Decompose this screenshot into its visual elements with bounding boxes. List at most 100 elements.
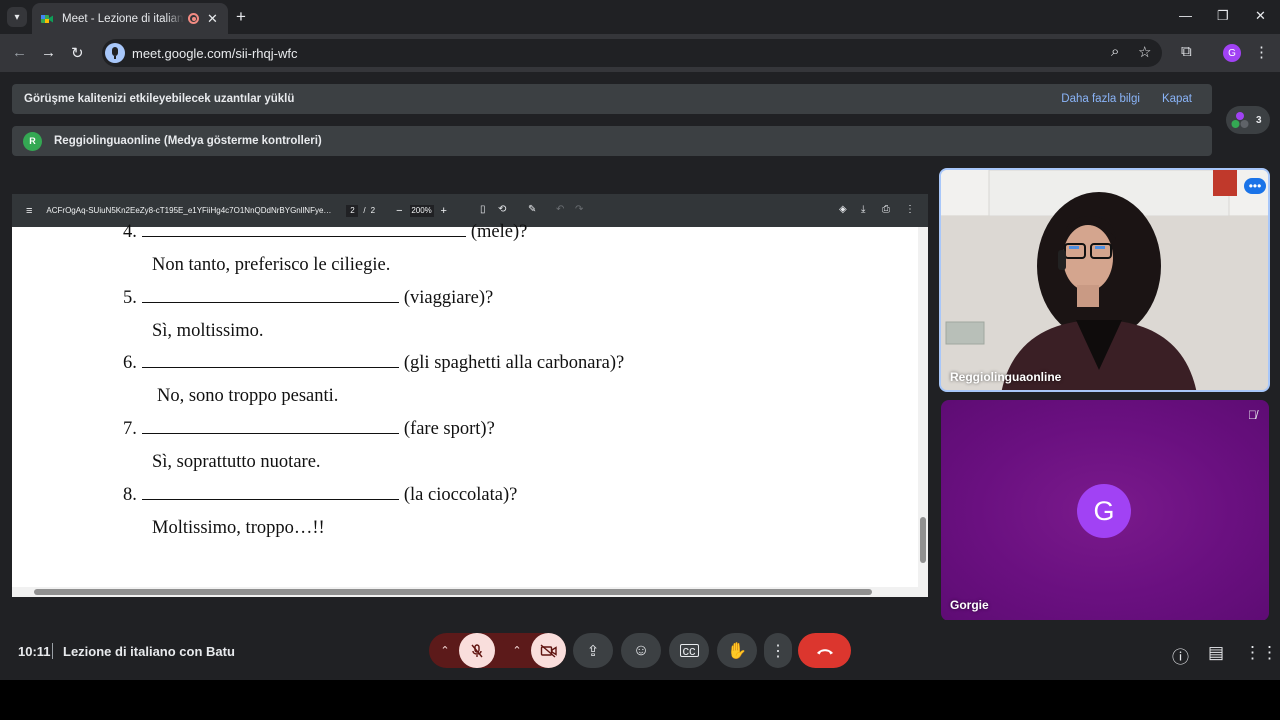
answer-blank bbox=[141, 420, 399, 434]
hand-icon: ✋ bbox=[727, 642, 747, 660]
more-options-icon[interactable]: ⋮ bbox=[905, 204, 915, 215]
media-controls-text: Reggiolinguaonline (Medya gösterme kontr… bbox=[54, 135, 322, 147]
exercise-answer: No, sono troppo pesanti. bbox=[157, 386, 339, 406]
bookmark-star-icon[interactable]: ☆ bbox=[1138, 43, 1151, 61]
exercise-question: 7. (fare sport)? bbox=[123, 419, 495, 439]
answer-blank bbox=[141, 289, 399, 303]
captions-icon: cc bbox=[679, 644, 699, 657]
microphone-toggle-button[interactable] bbox=[459, 633, 495, 668]
participant-name: Reggiolinguaonline bbox=[950, 370, 1062, 384]
fit-page-icon[interactable]: ▯ bbox=[480, 204, 486, 215]
answer-blank bbox=[141, 223, 466, 237]
leave-call-button[interactable] bbox=[798, 633, 851, 668]
zoom-out-icon[interactable]: − bbox=[396, 205, 402, 217]
camera-off-icon bbox=[540, 643, 557, 658]
exercise-answer: Sì, soprattutto nuotare. bbox=[152, 452, 321, 472]
minimize-icon[interactable]: — bbox=[1179, 8, 1192, 23]
pdf-menu-icon[interactable]: ≡ bbox=[26, 205, 32, 217]
extensions-warning-banner: Görüşme kalitenizi etkileyebilecek uzant… bbox=[12, 84, 1212, 114]
menu-dots-icon[interactable]: ⋮ bbox=[1254, 43, 1269, 61]
answer-blank bbox=[141, 354, 399, 368]
present-screen-button[interactable]: ⇪ bbox=[573, 633, 613, 668]
extensions-icon[interactable]: ⧉ bbox=[1181, 43, 1192, 60]
browser-toolbar: ← → ↻ meet.google.com/sii-rhqj-wfc ⌕ ☆ ⧉… bbox=[0, 34, 1280, 72]
meeting-title: Lezione di italiano con Batu bbox=[63, 644, 235, 659]
redo-icon[interactable]: ↷ bbox=[575, 204, 583, 215]
download-icon[interactable]: ⤓ bbox=[861, 204, 865, 215]
page-total: 2 bbox=[370, 206, 376, 215]
pdf-viewer: ≡ ACFrOgAq-SUiuN5Kn2EeZy8-cT195E_e1YFiiH… bbox=[12, 194, 928, 597]
more-options-button[interactable]: ⋮ bbox=[764, 633, 792, 668]
vertical-scrollbar[interactable] bbox=[918, 227, 928, 589]
info-icon[interactable]: ⓘ bbox=[1172, 643, 1189, 668]
undo-icon[interactable]: ↶ bbox=[556, 204, 564, 215]
pdf-page: 4. (mele)? Non tanto, preferisco le cilie… bbox=[12, 222, 914, 584]
close-window-icon[interactable]: ✕ bbox=[1255, 8, 1266, 24]
back-icon[interactable]: ← bbox=[12, 44, 27, 61]
present-icon: ⇪ bbox=[586, 642, 600, 660]
print-icon[interactable]: ⎙ bbox=[882, 204, 890, 215]
meeting-clock: 10:11 bbox=[18, 644, 51, 659]
participant-tile-teacher[interactable]: ••• Reggiolinguaonline bbox=[939, 168, 1270, 392]
page-number-input[interactable]: 2 bbox=[346, 204, 359, 217]
participant-avatars-icon bbox=[1231, 112, 1249, 128]
taskbar-area bbox=[0, 680, 1280, 720]
close-banner-button[interactable]: Kapat bbox=[1162, 93, 1192, 105]
camera-feed bbox=[941, 170, 1268, 390]
participant-name: Gorgie bbox=[950, 598, 989, 612]
more-vert-icon: ⋮ bbox=[770, 642, 786, 660]
annotate-icon[interactable]: ✎ bbox=[528, 204, 536, 215]
scroll-thumb[interactable] bbox=[920, 517, 926, 563]
end-call-icon bbox=[816, 648, 833, 654]
rotate-icon[interactable]: ⟲ bbox=[498, 204, 506, 215]
exercise-answer: Non tanto, preferisco le ciliegie. bbox=[152, 255, 391, 275]
address-bar[interactable]: meet.google.com/sii-rhqj-wfc bbox=[102, 39, 1162, 67]
zoom-in-icon[interactable]: + bbox=[441, 205, 447, 217]
answer-blank bbox=[141, 486, 399, 500]
restore-icon[interactable]: ❐ bbox=[1217, 8, 1229, 24]
mic-off-icon: 🎙̸ bbox=[1248, 408, 1257, 422]
zoom-level-input[interactable]: 200% bbox=[409, 204, 434, 217]
google-meet-icon bbox=[41, 14, 53, 23]
mic-off-icon bbox=[471, 643, 483, 657]
tab-search-button[interactable]: ▾ bbox=[7, 7, 27, 27]
new-tab-icon[interactable]: + bbox=[236, 7, 246, 27]
divider bbox=[52, 643, 53, 659]
recording-icon bbox=[188, 13, 199, 24]
pdf-filename: ACFrOgAq-SUiuN5Kn2EeZy8-cT195E_e1YFiiHg4… bbox=[46, 206, 333, 215]
participants-badge[interactable]: 3 bbox=[1226, 106, 1270, 134]
raise-hand-button[interactable]: ✋ bbox=[717, 633, 757, 668]
zoom-icon[interactable]: ⌕ bbox=[1111, 43, 1119, 60]
exercise-answer: Moltissimo, troppo…!! bbox=[152, 518, 325, 538]
chat-icon[interactable]: ▤ bbox=[1208, 643, 1224, 663]
more-options-icon[interactable]: ••• bbox=[1244, 178, 1266, 194]
microphone-in-use-icon[interactable] bbox=[105, 43, 125, 63]
exercise-question: 8. (la cioccolata)? bbox=[123, 485, 518, 505]
exercise-answer: Sì, moltissimo. bbox=[152, 321, 264, 341]
more-info-link[interactable]: Daha fazla bilgi bbox=[1061, 93, 1140, 105]
exercise-question: 4. (mele)? bbox=[123, 222, 528, 242]
audio-options-chevron-icon[interactable]: ⌃ bbox=[433, 633, 457, 668]
exercise-question: 5. (viaggiare)? bbox=[123, 288, 494, 308]
camera-toggle-button[interactable] bbox=[531, 633, 566, 668]
participant-tile-student[interactable]: 🎙̸ G Gorgie bbox=[941, 400, 1269, 621]
ink-icon[interactable]: ◈ bbox=[839, 204, 847, 215]
avatar: G bbox=[1077, 484, 1131, 538]
emoji-icon: ☺ bbox=[632, 641, 650, 659]
profile-avatar[interactable]: G bbox=[1223, 44, 1241, 62]
banner-text: Görüşme kalitenizi etkileyebilecek uzant… bbox=[24, 93, 295, 105]
captions-button[interactable]: cc bbox=[669, 633, 709, 668]
reload-icon[interactable]: ↻ bbox=[71, 44, 84, 62]
close-tab-icon[interactable]: ✕ bbox=[207, 11, 218, 27]
media-controls-banner[interactable]: R Reggiolinguaonline (Medya gösterme kon… bbox=[12, 126, 1212, 156]
scroll-thumb[interactable] bbox=[34, 589, 872, 595]
activities-icon[interactable]: ⋮⋮ bbox=[1244, 643, 1278, 663]
reactions-button[interactable]: ☺ bbox=[621, 633, 661, 668]
tab-title: Meet - Lezione di italiano con Batu bbox=[62, 12, 184, 25]
video-options-chevron-icon[interactable]: ⌃ bbox=[505, 633, 529, 668]
forward-icon[interactable]: → bbox=[41, 44, 56, 61]
exercise-question: 6. (gli spaghetti alla carbonara)? bbox=[123, 353, 625, 373]
page-separator: / bbox=[363, 206, 366, 215]
horizontal-scrollbar[interactable] bbox=[12, 587, 928, 597]
browser-tab[interactable]: Meet - Lezione di italiano con Batu ✕ bbox=[32, 3, 228, 34]
